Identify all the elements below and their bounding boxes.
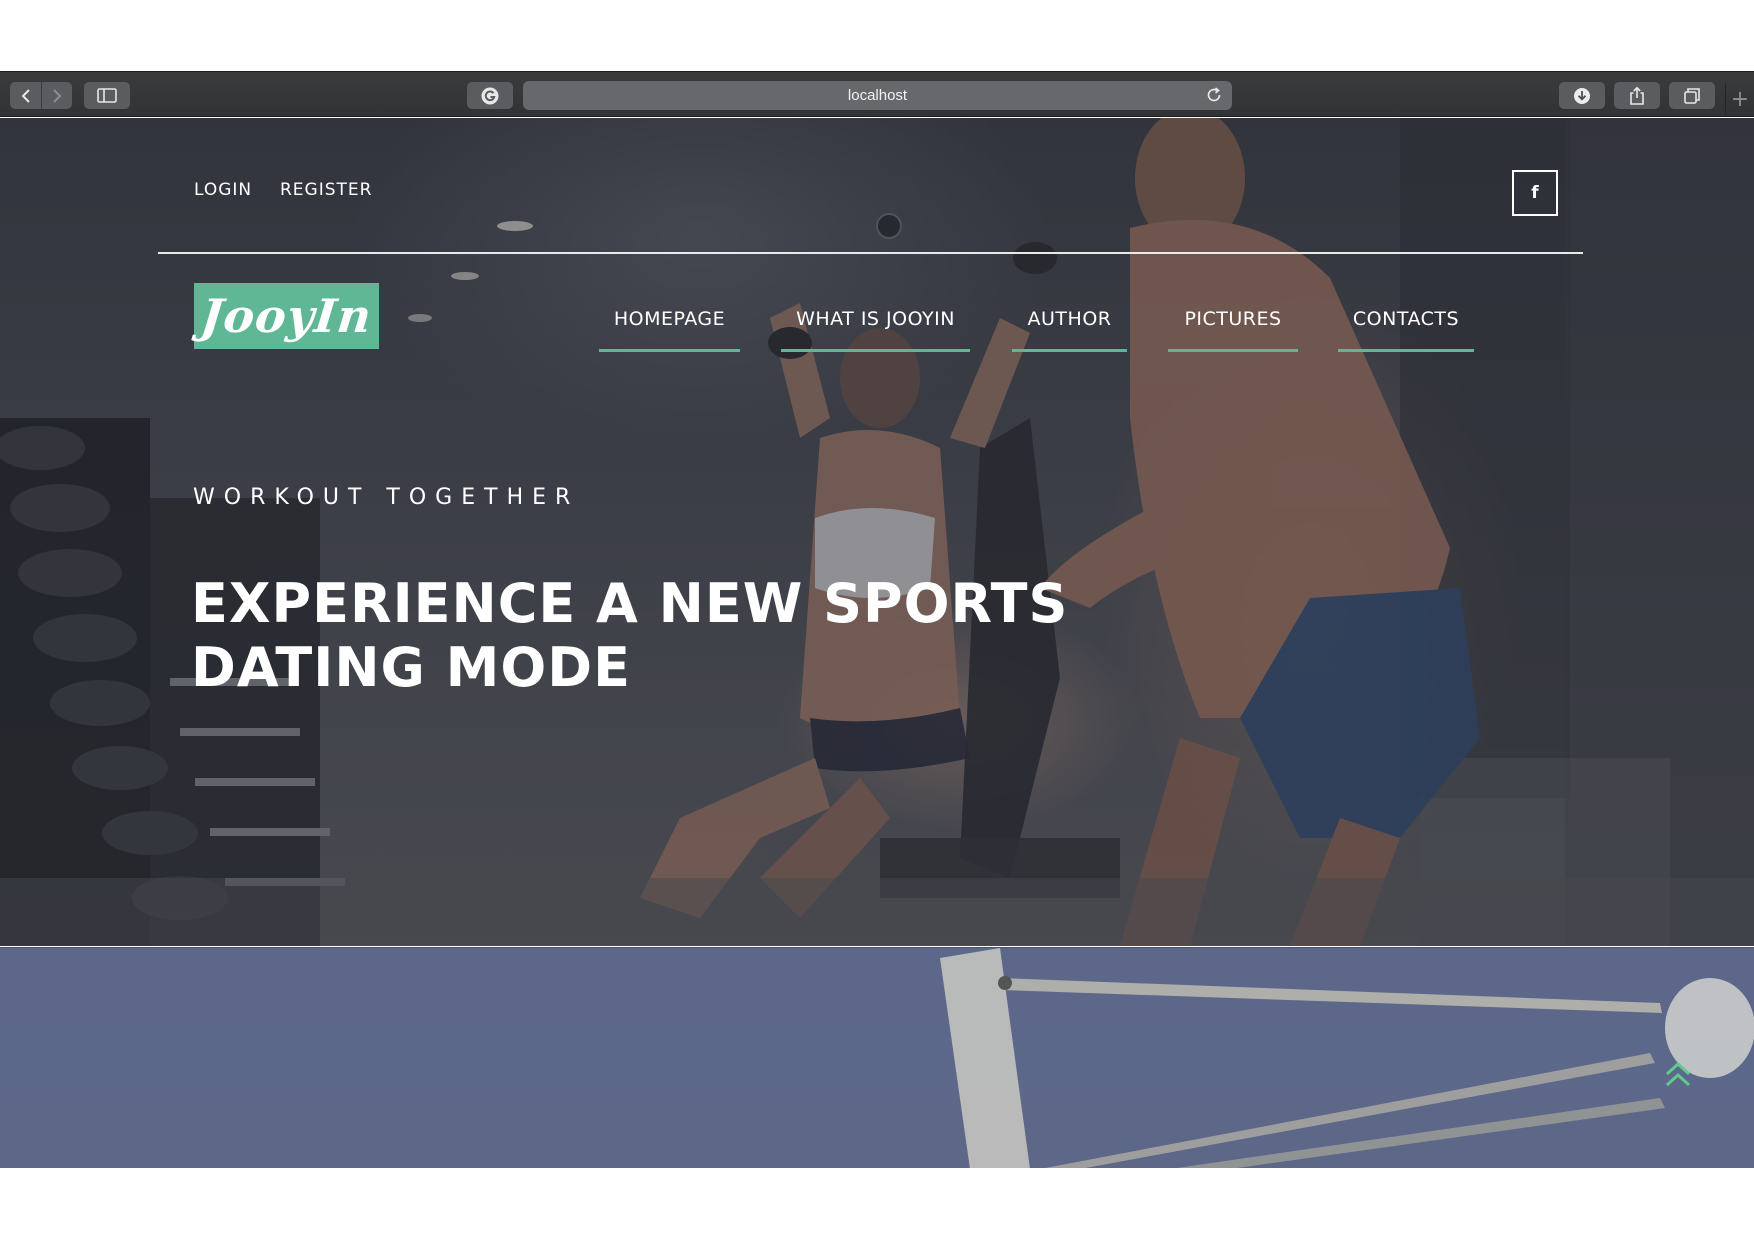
grammarly-icon — [481, 87, 499, 104]
section-background-image — [940, 948, 1754, 1168]
hero-headline: EXPERIENCE A NEW SPORTS DATING MODE — [191, 572, 1091, 700]
header-divider — [158, 252, 1583, 254]
reload-icon[interactable] — [1205, 86, 1223, 104]
chevron-left-icon — [21, 88, 30, 103]
chevron-right-icon — [53, 88, 62, 103]
logo-text: JooyIn — [198, 289, 375, 343]
facebook-button[interactable]: f — [1512, 170, 1558, 216]
screen: localhost + LOGIN REGISTER f JooyIn HOME… — [0, 0, 1754, 1239]
sidebar-button[interactable] — [84, 82, 130, 109]
plus-icon: + — [1730, 86, 1750, 112]
forward-button[interactable] — [41, 82, 72, 109]
page-viewport: LOGIN REGISTER f JooyIn HOMEPAGE WHAT IS… — [0, 118, 1754, 1168]
share-button[interactable] — [1614, 82, 1660, 109]
login-link[interactable]: LOGIN — [194, 180, 252, 200]
browser-toolbar: localhost + — [0, 71, 1754, 117]
nav-item-author[interactable]: AUTHOR — [1012, 308, 1127, 352]
register-link[interactable]: REGISTER — [280, 180, 372, 200]
history-nav-group — [10, 82, 72, 109]
nav-item-homepage[interactable]: HOMEPAGE — [599, 308, 740, 352]
address-bar[interactable]: localhost — [523, 81, 1232, 110]
nav-item-what-is-jooyin[interactable]: WHAT IS JOOYIN — [781, 308, 970, 352]
tabs-overview-icon — [1684, 87, 1700, 104]
downloads-button[interactable] — [1559, 82, 1605, 109]
grammarly-extension-button[interactable] — [467, 82, 513, 109]
new-tab-button[interactable]: + — [1725, 84, 1754, 114]
back-button[interactable] — [10, 82, 41, 109]
sidebar-icon — [97, 88, 117, 103]
download-icon — [1574, 87, 1590, 104]
nav-item-label: PICTURES — [1184, 308, 1282, 330]
hero-section: LOGIN REGISTER f JooyIn HOMEPAGE WHAT IS… — [0, 118, 1754, 946]
hero-overlay — [0, 118, 1754, 946]
hero-eyebrow: WORKOUT TOGETHER — [193, 485, 580, 510]
next-section — [0, 947, 1754, 1168]
headline-line-1: EXPERIENCE A NEW SPORTS — [191, 572, 1069, 635]
headline-line-2: DATING MODE — [191, 636, 632, 699]
nav-item-label: HOMEPAGE — [613, 308, 726, 330]
share-icon — [1630, 86, 1644, 105]
nav-item-pictures[interactable]: PICTURES — [1168, 308, 1298, 352]
nav-item-label: WHAT IS JOOYIN — [796, 308, 955, 330]
double-chevron-up-icon[interactable] — [1663, 1060, 1693, 1090]
tab-overview-button[interactable] — [1669, 82, 1715, 109]
url-text: localhost — [847, 87, 908, 104]
site-logo[interactable]: JooyIn — [194, 283, 379, 349]
nav-item-label: AUTHOR — [1027, 308, 1112, 330]
facebook-icon: f — [1531, 183, 1539, 203]
nav-item-label: CONTACTS — [1352, 308, 1460, 330]
nav-item-contacts[interactable]: CONTACTS — [1338, 308, 1474, 352]
